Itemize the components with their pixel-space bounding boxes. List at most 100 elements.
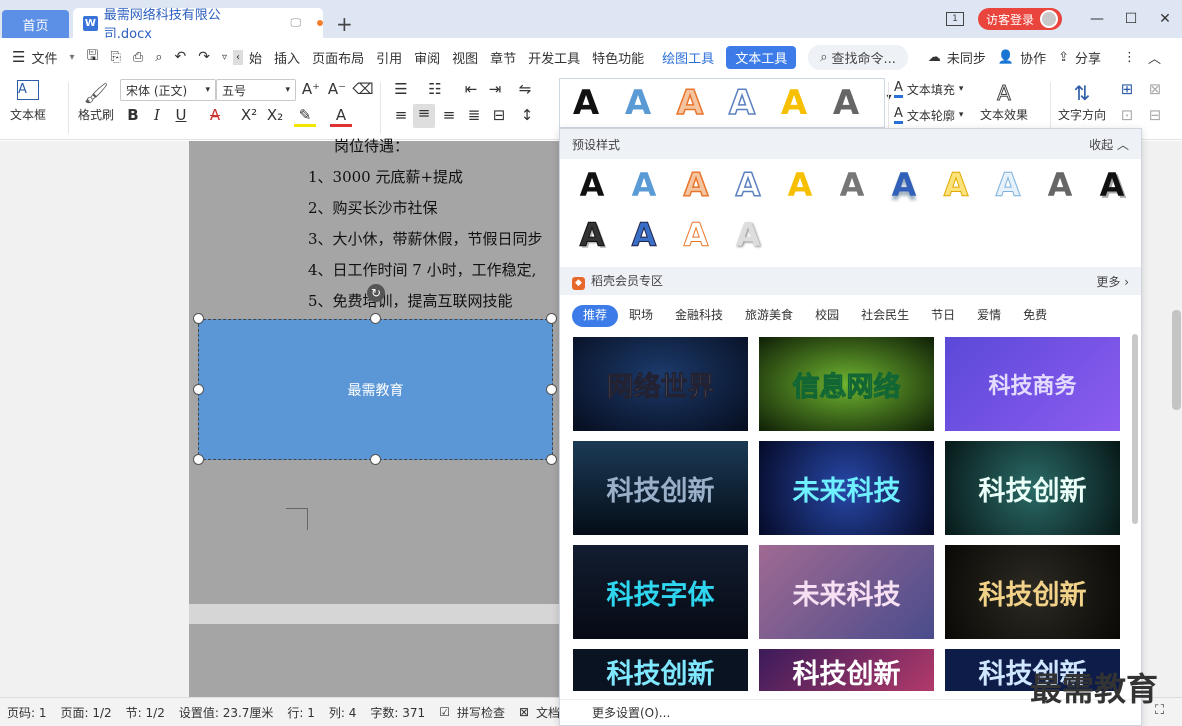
spellcheck-icon[interactable]: ☑ — [432, 705, 450, 719]
close-button[interactable]: ✕ — [1148, 11, 1182, 27]
highlight-icon[interactable]: ✎ — [294, 106, 316, 127]
collab-button[interactable]: 协作 — [1020, 48, 1052, 67]
textbox-button[interactable]: A 文本框 — [10, 80, 46, 123]
sync-status[interactable]: 未同步 — [947, 48, 992, 67]
menu-item-view[interactable]: 视图 — [446, 48, 484, 67]
rotate-handle-icon[interactable]: ↻ — [367, 284, 385, 302]
preset-a[interactable]: A — [723, 165, 773, 205]
char-spacing-icon[interactable]: ⇋ — [514, 80, 536, 98]
menu-item-start[interactable]: 始 — [243, 48, 268, 67]
new-tab-button[interactable]: + — [336, 12, 353, 36]
share-icon[interactable]: ⇪ — [1052, 50, 1075, 65]
preset-a[interactable]: A — [567, 165, 617, 205]
maximize-button[interactable]: ☐ — [1114, 11, 1148, 27]
distribute-icon[interactable]: ⊟ — [488, 106, 510, 124]
resize-handle[interactable] — [546, 313, 557, 324]
resize-handle[interactable] — [370, 313, 381, 324]
preset-style-gray[interactable]: A — [820, 80, 872, 126]
justify-icon[interactable]: ≣ — [463, 106, 485, 124]
vertical-scrollbar[interactable] — [1170, 141, 1182, 697]
more-button[interactable]: 更多 › — [1096, 273, 1129, 290]
export-icon[interactable]: ⎘ — [104, 50, 126, 65]
status-spellcheck[interactable]: 拼写检查 — [450, 704, 512, 721]
strikethrough-icon[interactable]: A — [204, 106, 226, 124]
template-tile[interactable]: 科技创新 — [573, 649, 748, 691]
doc-line[interactable]: 3、大小休，带薪休假，节假日同步 — [308, 228, 543, 249]
bullet-list-icon[interactable]: ☰ — [390, 80, 412, 98]
align-center-icon[interactable]: ≡ — [413, 104, 435, 128]
monitor-icon[interactable]: 🖵 — [290, 16, 301, 30]
text-effect-button[interactable]: A 文本效果 — [980, 80, 1028, 123]
category-tab[interactable]: 职场 — [618, 305, 664, 327]
status-page-num[interactable]: 页码: 1 — [0, 704, 54, 721]
category-tab[interactable]: 校园 — [804, 305, 850, 327]
preset-a[interactable]: A — [1087, 165, 1137, 205]
undo-icon[interactable]: ↶ — [169, 49, 193, 65]
menu-item-layout[interactable]: 页面布局 — [306, 48, 370, 67]
category-tab[interactable]: 金融科技 — [664, 305, 734, 327]
panel-scrollbar[interactable] — [1132, 334, 1138, 524]
template-tile[interactable]: 科技创新 — [945, 441, 1120, 535]
menu-item-review[interactable]: 审阅 — [408, 48, 446, 67]
doc-line[interactable]: 1、3000 元底薪+提成 — [308, 166, 463, 187]
format-brush-button[interactable]: 🖌 格式刷 — [78, 80, 114, 123]
status-row[interactable]: 行: 1 — [280, 704, 322, 721]
more-icon[interactable]: ⋮ — [1117, 50, 1142, 65]
category-tab[interactable]: 爱情 — [966, 305, 1012, 327]
outdent-icon[interactable]: ⇤ — [460, 80, 482, 98]
quick-access-dropdown-icon[interactable]: ▿ — [216, 52, 233, 63]
italic-button[interactable]: I — [146, 106, 168, 124]
menu-item-text-tool[interactable]: 文本工具 — [726, 45, 797, 69]
page-layout-icon[interactable]: 1 — [945, 12, 964, 26]
bold-button[interactable]: B — [122, 106, 144, 124]
doc-line[interactable]: 4、日工作时间 7 小时，工作稳定, — [308, 259, 536, 280]
scroll-left-icon[interactable]: ‹ — [233, 49, 244, 65]
scrollbar-thumb[interactable] — [1172, 310, 1181, 410]
preset-a[interactable]: A — [775, 165, 825, 205]
template-tile[interactable]: 科技创新 — [573, 441, 748, 535]
category-tab[interactable]: 旅游美食 — [734, 305, 804, 327]
text-fill-button[interactable]: A 文本填充 ▾ — [894, 80, 963, 98]
resize-handle[interactable] — [546, 384, 557, 395]
resize-handle[interactable] — [193, 313, 204, 324]
template-tile[interactable]: 科技字体 — [573, 545, 748, 639]
preset-a[interactable]: A — [827, 165, 877, 205]
preset-a[interactable]: A — [723, 215, 773, 255]
menu-item-references[interactable]: 引用 — [370, 48, 408, 67]
preset-a[interactable]: A — [619, 165, 669, 205]
font-name-select[interactable]: 宋体 (正文) ▾ — [120, 79, 216, 101]
guest-login-button[interactable]: 访客登录 — [977, 8, 1062, 30]
template-tile[interactable]: 未来科技 — [759, 545, 934, 639]
preset-style-black[interactable]: A — [560, 80, 612, 126]
preset-style-orange-outline[interactable]: A — [664, 80, 716, 126]
template-tile[interactable]: 科技创新 — [945, 545, 1120, 639]
document-page-2[interactable] — [189, 624, 569, 697]
preset-a[interactable]: A — [671, 165, 721, 205]
tab-document[interactable]: W 最需网络科技有限公司.docx 🖵 — [73, 8, 323, 42]
template-tile[interactable]: 网络世界 — [573, 337, 748, 431]
menu-item-draw-tool[interactable]: 绘图工具 — [656, 48, 720, 67]
status-setting[interactable]: 设置值: 23.7厘米 — [172, 704, 281, 721]
menu-item-features[interactable]: 特色功能 — [586, 48, 650, 67]
preset-a[interactable]: A — [931, 165, 981, 205]
align-left-icon[interactable]: ≡ — [390, 106, 412, 124]
category-tab[interactable]: 节日 — [920, 305, 966, 327]
font-size-select[interactable]: 五号 ▾ — [216, 79, 296, 101]
category-tab[interactable]: 社会民生 — [850, 305, 920, 327]
font-color-icon[interactable]: A — [330, 106, 352, 127]
template-tile[interactable]: 科技商务 — [945, 337, 1120, 431]
text-shape[interactable]: 最需教育 — [198, 319, 553, 460]
doc-line[interactable]: 岗位待遇： — [334, 135, 409, 156]
preset-a[interactable]: A — [619, 215, 669, 255]
preset-a[interactable]: A — [671, 215, 721, 255]
line-spacing-icon[interactable]: ↕ — [516, 106, 538, 124]
doc-line[interactable]: 5、免费培训，提高互联网技能 — [308, 290, 513, 311]
print-icon[interactable]: ⎙ — [127, 50, 149, 65]
preset-style-blue-outline[interactable]: A — [716, 80, 768, 126]
preset-a[interactable]: A — [567, 215, 617, 255]
hamburger-icon[interactable]: ☰ — [0, 48, 31, 66]
collapse-ribbon-icon[interactable]: ︿ — [1142, 48, 1167, 67]
tab-home[interactable]: 首页 — [2, 10, 69, 38]
chevron-down-icon[interactable]: ▾ — [63, 52, 80, 63]
template-tile[interactable]: 信息网络 — [759, 337, 934, 431]
